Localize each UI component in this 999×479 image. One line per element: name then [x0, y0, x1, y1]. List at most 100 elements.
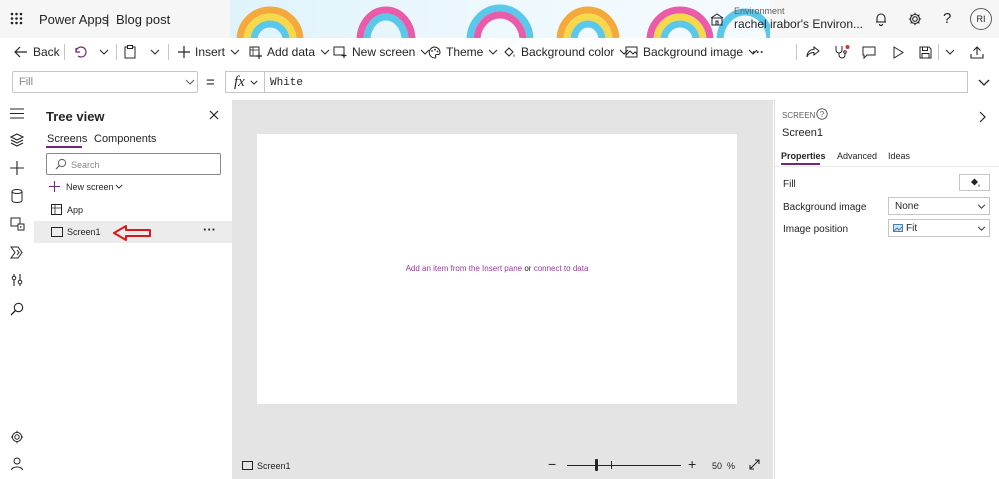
zoom-slider-thumb[interactable]	[595, 459, 598, 471]
app-checker-button[interactable]	[834, 38, 850, 66]
stethoscope-icon	[835, 45, 850, 59]
paint-bucket-icon	[504, 46, 515, 57]
insert-pane-link[interactable]: Add an item from the Insert pane	[406, 264, 523, 273]
more-commands-button[interactable]: ···	[752, 38, 764, 66]
toolbar-divider	[64, 44, 65, 60]
toolbar-divider	[116, 44, 117, 60]
image-icon	[893, 224, 903, 232]
background-color-button[interactable]: Background color	[503, 38, 629, 66]
chevron-down-icon	[320, 49, 330, 55]
chevron-down-icon[interactable]	[250, 80, 258, 85]
zoom-out-button[interactable]: −	[548, 456, 556, 472]
settings-gear-icon[interactable]	[908, 12, 922, 26]
app-name[interactable]: Power Apps	[39, 12, 108, 27]
paste-button[interactable]	[124, 38, 136, 66]
background-image-button[interactable]: Background image	[625, 38, 758, 66]
connect-data-link[interactable]: connect to data	[534, 264, 589, 273]
play-icon	[893, 45, 904, 59]
background-image-prop-label: Background image	[783, 202, 867, 213]
tree-item-app[interactable]: App	[34, 199, 232, 221]
save-menu-button[interactable]	[945, 38, 955, 66]
publish-button[interactable]	[970, 38, 984, 66]
zoom-value: 50	[712, 461, 723, 471]
image-position-dropdown[interactable]: Fit	[888, 219, 990, 237]
hamburger-menu-icon[interactable]	[10, 108, 24, 119]
hint-or: or	[524, 264, 532, 273]
tree-item-screen1-label: Screen1	[67, 227, 101, 237]
fill-color-picker[interactable]	[959, 174, 990, 191]
close-icon[interactable]	[209, 110, 219, 120]
new-screen-button[interactable]: New screen	[333, 38, 430, 66]
fit-to-window-icon[interactable]	[749, 459, 760, 470]
undo-button[interactable]	[73, 38, 87, 66]
plus-icon	[49, 181, 60, 192]
red-arrow-annotation-icon	[113, 225, 151, 241]
save-button[interactable]	[919, 38, 932, 66]
virtual-agent-icon[interactable]	[10, 457, 24, 471]
help-circle-icon[interactable]: ?	[816, 108, 828, 120]
header-separator: |	[106, 12, 110, 27]
share-button[interactable]	[806, 38, 820, 66]
tab-screens[interactable]: Screens	[47, 133, 87, 145]
notification-bell-icon[interactable]	[874, 12, 888, 26]
search-placeholder: Search	[71, 160, 100, 170]
app-launcher-icon[interactable]	[10, 12, 23, 25]
formula-box	[225, 71, 968, 93]
background-image-dropdown[interactable]: None	[888, 197, 990, 215]
settings-gear-icon[interactable]	[10, 430, 24, 444]
screen-icon	[242, 461, 253, 470]
environment-name[interactable]: rachel irabor's Environ...	[734, 17, 863, 31]
screen-canvas[interactable]: Add an item from the Insert pane or conn…	[257, 134, 737, 404]
zoom-unit: %	[727, 461, 736, 471]
app-header: Power Apps | Blog post Environment rache…	[0, 0, 999, 38]
toolbar-divider	[168, 44, 169, 60]
tree-search-input[interactable]: Search	[46, 153, 221, 175]
more-options-icon[interactable]: ···	[203, 222, 216, 237]
clipboard-icon	[124, 45, 136, 59]
zoom-slider-track[interactable]	[567, 465, 681, 466]
image-position-label: Image position	[783, 224, 849, 235]
formula-input[interactable]: White	[270, 77, 303, 89]
app-title[interactable]: Blog post	[116, 12, 170, 27]
background-image-label: Background image	[643, 45, 744, 59]
tab-components[interactable]: Components	[94, 133, 156, 145]
preview-play-button[interactable]	[892, 38, 904, 66]
chevron-down-icon	[489, 49, 498, 55]
tab-properties[interactable]: Properties	[781, 151, 826, 161]
publish-icon	[970, 45, 984, 59]
environment-label: Environment	[734, 6, 785, 16]
canvas-hint: Add an item from the Insert pane or conn…	[257, 264, 737, 273]
advanced-tools-icon[interactable]	[11, 273, 23, 287]
left-rail	[0, 100, 35, 479]
new-screen-tree-button[interactable]: New screen	[47, 180, 137, 194]
undo-menu-button[interactable]	[99, 38, 109, 66]
theme-button[interactable]: Theme	[428, 38, 498, 66]
tab-advanced[interactable]: Advanced	[837, 151, 877, 161]
paste-menu-button[interactable]	[150, 38, 160, 66]
zoom-in-button[interactable]: +	[688, 456, 696, 472]
user-avatar[interactable]: RI	[970, 8, 992, 30]
chevron-down-icon	[977, 226, 986, 231]
expand-formula-chevron-icon[interactable]	[978, 79, 990, 86]
search-icon[interactable]	[10, 302, 24, 316]
insert-button[interactable]: Insert	[178, 38, 240, 66]
add-data-button[interactable]: Add data	[249, 38, 330, 66]
equals-sign: =	[206, 74, 215, 91]
property-dropdown[interactable]: Fill	[12, 71, 198, 93]
help-icon[interactable]: ?	[943, 10, 951, 27]
comments-button[interactable]	[862, 38, 876, 66]
insert-plus-icon[interactable]	[10, 161, 24, 175]
media-icon[interactable]	[10, 217, 25, 231]
tab-ideas[interactable]: Ideas	[888, 151, 910, 161]
tree-view-layers-icon[interactable]	[10, 133, 24, 147]
data-cylinder-icon[interactable]	[11, 189, 23, 203]
back-button[interactable]: Back	[14, 38, 60, 66]
fx-icon[interactable]: fx	[234, 74, 245, 91]
power-automate-icon[interactable]	[10, 246, 25, 259]
status-screen-label[interactable]: Screen1	[257, 461, 291, 471]
chevron-down-icon	[99, 49, 109, 55]
chevron-right-icon[interactable]	[979, 111, 986, 123]
properties-section-label: SCREEN	[782, 111, 816, 120]
chevron-down-icon	[945, 49, 955, 55]
tab-active-underline	[46, 146, 82, 148]
